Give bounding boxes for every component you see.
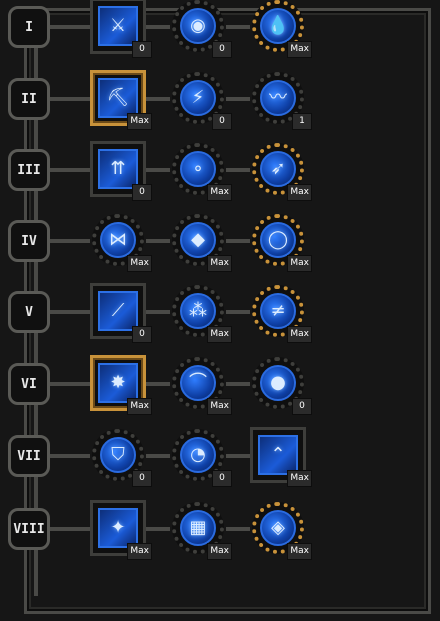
skill-level-badge: Max [287,41,312,58]
tier-row-3: III ⇈ 0 ∘ Max ➶ Max [0,133,440,205]
tier-row-1: I ⚔ 0 ◉ 0 💧 Max [0,0,440,62]
skill-level-badge: 0 [212,41,232,58]
tier-row-5: V ⟋ 0 ⁂ Max ≠ Max [0,275,440,347]
skill-node[interactable]: ⋈ Max [90,212,152,272]
tier-label: III [8,149,50,191]
tier-connector [226,168,250,172]
skill-node[interactable]: ◯ Max [250,212,312,272]
tier-connector [146,527,170,531]
tier-connector [226,25,250,29]
skill-level-badge: Max [287,326,312,343]
tier-connector [226,310,250,314]
skill-node[interactable]: ✸ Max [90,355,152,415]
tier-connector [226,527,250,531]
skill-level-badge: 0 [132,41,152,58]
skill-node[interactable]: 〰 1 [250,70,312,130]
tier-connector [146,97,170,101]
tier-label: II [8,78,50,120]
skill-level-badge: Max [287,543,312,560]
skill-node[interactable]: ◈ Max [250,500,312,560]
skill-level-badge: Max [127,543,152,560]
skill-level-badge: 0 [132,470,152,487]
skill-node[interactable]: ≠ Max [250,283,312,343]
tier-label: IV [8,220,50,262]
tier-connector [146,168,170,172]
skill-level-badge: 0 [212,113,232,130]
skill-node[interactable]: ⇈ 0 [90,141,152,201]
tier-row-2: II ⛏ Max ⚡ 0 〰 1 [0,62,440,134]
tier-connector [50,239,90,243]
skill-level-badge: 1 [292,113,312,130]
skill-node[interactable]: 💧 Max [250,0,312,58]
skill-node[interactable]: ▦ Max [170,500,232,560]
skill-level-badge: Max [287,184,312,201]
tier-connector [50,168,90,172]
skill-node[interactable]: ◆ Max [170,212,232,272]
tier-connector [50,25,90,29]
tier-connector [146,382,170,386]
tier-connector [146,25,170,29]
skill-node[interactable]: ⚔ 0 [90,0,152,58]
skill-level-badge: Max [207,184,232,201]
tier-connector [146,454,170,458]
skill-node[interactable]: ◉ 0 [170,0,232,58]
skill-node[interactable]: ◔ 0 [170,427,232,487]
skill-node[interactable]: ⛉ 0 [90,427,152,487]
skill-level-badge: Max [127,113,152,130]
tier-connector [50,527,90,531]
tier-row-4: IV ⋈ Max ◆ Max ◯ Max [0,204,440,276]
skill-node[interactable]: ⌒ Max [170,355,232,415]
tier-label: VII [8,435,50,477]
tier-label: VIII [8,508,50,550]
skill-level-badge: 0 [292,398,312,415]
tier-connector [226,454,250,458]
tier-connector [226,97,250,101]
skill-level-badge: Max [287,470,312,487]
tier-connector [226,239,250,243]
skill-level-badge: 0 [132,326,152,343]
skill-level-badge: Max [207,255,232,272]
tier-label: V [8,291,50,333]
tier-label: I [8,6,50,48]
tier-connector [50,454,90,458]
skill-level-badge: Max [127,398,152,415]
tier-row-8: VIII ✦ Max ▦ Max ◈ Max [0,492,440,564]
skill-level-badge: Max [207,543,232,560]
tier-connector [146,239,170,243]
skill-level-badge: Max [127,255,152,272]
skill-node[interactable]: ⌃ Max [250,427,312,487]
skill-node[interactable]: ⛏ Max [90,70,152,130]
tier-connector [226,382,250,386]
tier-connector [50,310,90,314]
skill-node[interactable]: ⁂ Max [170,283,232,343]
skill-level-badge: Max [207,326,232,343]
tier-row-7: VII ⛉ 0 ◔ 0 ⌃ Max [0,419,440,491]
tier-row-6: VI ✸ Max ⌒ Max ● 0 [0,347,440,419]
tier-label: VI [8,363,50,405]
tier-connector [146,310,170,314]
tier-connector [50,97,90,101]
tier-connector [50,382,90,386]
skill-node[interactable]: ⟋ 0 [90,283,152,343]
skill-node[interactable]: ➶ Max [250,141,312,201]
skill-level-badge: 0 [132,184,152,201]
skill-level-badge: Max [207,398,232,415]
skill-node[interactable]: ⚡ 0 [170,70,232,130]
skill-level-badge: 0 [212,470,232,487]
skill-node[interactable]: ✦ Max [90,500,152,560]
skill-node[interactable]: ● 0 [250,355,312,415]
skill-level-badge: Max [287,255,312,272]
skill-node[interactable]: ∘ Max [170,141,232,201]
